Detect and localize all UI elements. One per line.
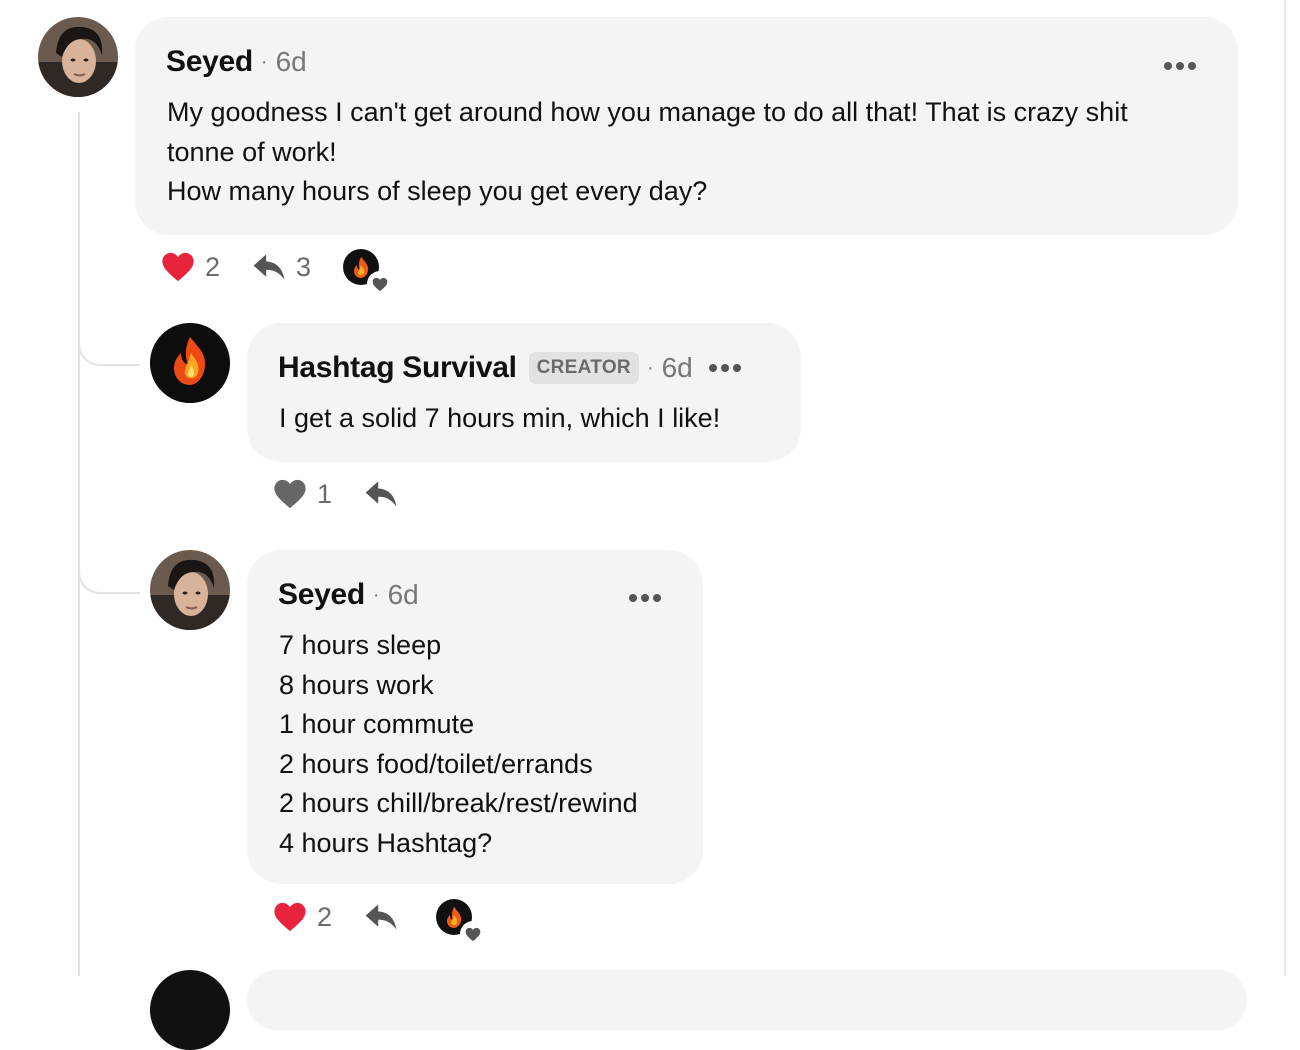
comment-line: 2 hours chill/break/rest/rewind <box>279 788 638 818</box>
comment-bubble <box>247 970 1247 1030</box>
reply-button[interactable] <box>364 480 398 508</box>
creator-liked-badge[interactable] <box>436 899 487 947</box>
comment-line: My goodness I can't get around how you m… <box>167 97 1128 127</box>
creator-badge: CREATOR <box>528 352 639 384</box>
author-name[interactable]: Seyed <box>166 45 253 79</box>
comment-bubble: Seyed · 6d My goodness I can't get aroun… <box>135 17 1238 235</box>
creator-liked-badge[interactable] <box>343 249 394 297</box>
flame-avatar[interactable] <box>150 323 230 403</box>
comment-actions: 1 <box>273 478 398 510</box>
thread-branch <box>78 562 140 594</box>
comment-header: Hashtag Survival CREATOR · 6d <box>278 351 741 385</box>
comment-line: I get a solid 7 hours min, which I like! <box>279 403 721 433</box>
comment-line: 4 hours Hashtag? <box>279 827 493 858</box>
like-button[interactable]: 1 <box>273 478 332 510</box>
thread-line <box>78 112 80 976</box>
avatar[interactable] <box>150 970 230 1050</box>
comment-body: My goodness I can't get around how you m… <box>167 93 1128 212</box>
separator-dot: · <box>372 583 380 606</box>
like-count: 2 <box>205 251 221 282</box>
comment-line: 7 hours sleep <box>279 630 442 660</box>
reply-arrow-icon <box>253 254 285 280</box>
thread-branch <box>78 334 140 366</box>
like-count: 2 <box>317 901 333 932</box>
author-name[interactable]: Seyed <box>278 578 365 612</box>
comment-bubble: Hashtag Survival CREATOR · 6d I get a so… <box>247 323 801 462</box>
scrollbar-track <box>1284 0 1286 976</box>
reply-arrow-icon <box>365 904 397 930</box>
comment-bubble: Seyed · 6d 7 hours sleep 8 hours work 1 … <box>247 550 703 884</box>
heart-icon <box>274 902 306 932</box>
flame-icon <box>150 323 230 403</box>
like-count: 1 <box>317 478 333 509</box>
heart-icon <box>162 252 194 282</box>
like-button[interactable]: 2 <box>161 251 220 283</box>
reply-button[interactable]: 3 <box>252 252 311 283</box>
more-dots-icon[interactable] <box>708 364 741 372</box>
comment-header: Seyed · 6d <box>166 45 307 79</box>
avatar[interactable] <box>38 17 118 97</box>
avatar[interactable] <box>150 550 230 630</box>
reply-arrow-icon <box>365 481 397 507</box>
more-dots-icon[interactable] <box>629 594 661 602</box>
comment-line: tonne of work! <box>167 136 337 167</box>
more-dots-icon[interactable] <box>1164 62 1196 70</box>
comment-line: 2 hours food/toilet/errands <box>279 748 593 779</box>
comment-line: 8 hours work <box>279 669 434 700</box>
comment-body: 7 hours sleep 8 hours work 1 hour commut… <box>279 626 638 863</box>
like-button[interactable]: 2 <box>273 901 332 933</box>
comment-actions: 2 3 <box>161 249 394 297</box>
comment-body: I get a solid 7 hours min, which I like! <box>279 399 720 439</box>
heart-icon <box>460 921 487 947</box>
heart-icon <box>367 271 394 297</box>
comment-actions: 2 <box>273 899 487 947</box>
heart-icon <box>274 479 306 509</box>
separator-dot: · <box>260 50 268 73</box>
comment-line: 1 hour commute <box>279 709 475 739</box>
timestamp[interactable]: 6d <box>662 352 693 384</box>
separator-dot: · <box>646 356 654 379</box>
reply-count: 3 <box>296 251 312 282</box>
author-name[interactable]: Hashtag Survival <box>278 351 517 385</box>
comment-line: How many hours of sleep you get every da… <box>167 176 708 206</box>
comment-header: Seyed · 6d <box>278 578 419 612</box>
timestamp[interactable]: 6d <box>388 579 419 611</box>
timestamp[interactable]: 6d <box>276 46 307 78</box>
reply-button[interactable] <box>364 903 398 931</box>
